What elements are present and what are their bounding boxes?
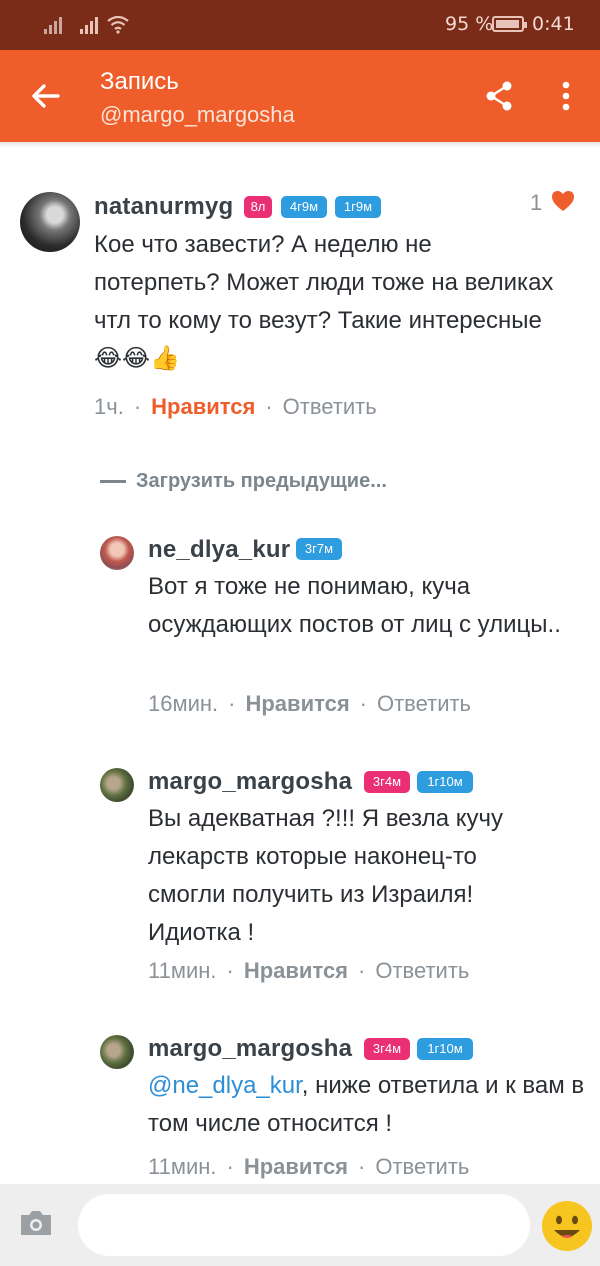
membership-badge: 1г10м bbox=[417, 1038, 473, 1060]
signal-strength-icon bbox=[80, 14, 98, 34]
dash-icon bbox=[100, 480, 126, 484]
separator-dot: · bbox=[133, 394, 142, 419]
comment-input[interactable] bbox=[78, 1194, 530, 1256]
toolbar-shadow bbox=[0, 142, 600, 148]
membership-badge: 1г10м bbox=[417, 771, 473, 793]
membership-badge: 4г9м bbox=[281, 196, 327, 218]
wifi-icon bbox=[107, 15, 129, 34]
comment-meta: 16мин. · Нравится · Ответить bbox=[148, 691, 471, 717]
reply-button[interactable]: Ответить bbox=[375, 958, 469, 983]
comment-text: @ne_dlya_kur, ниже ответила и к вам в то… bbox=[148, 1067, 588, 1143]
app-toolbar: Запись @margo_margosha bbox=[0, 50, 600, 142]
avatar[interactable] bbox=[100, 768, 134, 802]
comment-username[interactable]: ne_dlya_kur bbox=[148, 536, 290, 564]
comment-time: 11мин. bbox=[148, 1154, 217, 1179]
separator-dot: · bbox=[359, 691, 367, 716]
status-bar: 95 % 0:41 bbox=[0, 0, 600, 50]
smiley-icon[interactable] bbox=[541, 1200, 593, 1252]
separator-dot: · bbox=[226, 958, 234, 983]
age-badge: 3г4м bbox=[364, 1038, 410, 1060]
page-title: Запись bbox=[100, 68, 179, 95]
comment-time: 16мин. bbox=[148, 691, 219, 716]
avatar[interactable] bbox=[100, 1035, 134, 1069]
comment-username[interactable]: margo_margosha bbox=[148, 1035, 352, 1063]
load-previous-button[interactable]: Загрузить предыдущие... bbox=[100, 470, 387, 493]
membership-badge: 3г7м bbox=[296, 538, 342, 560]
like-button[interactable]: Нравится bbox=[244, 1154, 348, 1179]
comment-meta: 1ч. · Нравится · Ответить bbox=[94, 394, 377, 420]
age-badge: 3г4м bbox=[364, 771, 410, 793]
battery-icon bbox=[492, 16, 527, 32]
avatar[interactable] bbox=[20, 192, 80, 252]
avatar[interactable] bbox=[100, 536, 134, 570]
comment-username[interactable]: margo_margosha bbox=[148, 768, 352, 796]
reply-button[interactable]: Ответить bbox=[377, 691, 471, 716]
comment-time: 1ч. bbox=[94, 394, 124, 419]
load-previous-label: Загрузить предыдущие... bbox=[136, 470, 387, 492]
like-button[interactable]: Нравится bbox=[151, 394, 255, 419]
user-mention-link[interactable]: @ne_dlya_kur bbox=[148, 1072, 302, 1099]
heart-icon[interactable] bbox=[551, 190, 575, 212]
back-arrow-icon[interactable] bbox=[28, 78, 64, 114]
comment-composer bbox=[0, 1184, 600, 1266]
age-badge: 8л bbox=[244, 196, 272, 218]
separator-dot: · bbox=[265, 394, 273, 419]
comment-text: Вот я тоже не понимаю, куча осуждающих п… bbox=[148, 573, 561, 638]
comment-meta: 11мин. · Нравится · Ответить bbox=[148, 1154, 469, 1180]
separator-dot: · bbox=[228, 691, 236, 716]
page-subtitle[interactable]: @margo_margosha bbox=[100, 102, 295, 128]
separator-dot: · bbox=[226, 1154, 234, 1179]
comment-meta: 11мин. · Нравится · Ответить bbox=[148, 958, 469, 984]
like-button[interactable]: Нравится bbox=[245, 691, 349, 716]
reply-button[interactable]: Ответить bbox=[283, 394, 377, 419]
separator-dot: · bbox=[358, 1154, 366, 1179]
separator-dot: · bbox=[358, 958, 366, 983]
camera-icon[interactable] bbox=[18, 1208, 54, 1238]
more-vert-icon[interactable] bbox=[554, 80, 578, 112]
comment-time: 11мин. bbox=[148, 958, 217, 983]
clock: 0:41 bbox=[532, 13, 575, 35]
membership-badge: 1г9м bbox=[335, 196, 381, 218]
comment-text: Вы адекватная ?!!! Я везла кучу лекарств… bbox=[148, 805, 504, 946]
likes-count: 1 bbox=[530, 190, 543, 215]
reply-button[interactable]: Ответить bbox=[375, 1154, 469, 1179]
comment-username[interactable]: natanurmyg bbox=[94, 193, 233, 221]
share-icon[interactable] bbox=[484, 80, 514, 112]
signal-strength-icon bbox=[44, 14, 62, 34]
comment-text: Кое что завести? А неделю не потерпеть? … bbox=[94, 231, 554, 372]
battery-percent: 95 % bbox=[445, 13, 494, 35]
like-button[interactable]: Нравится bbox=[244, 958, 348, 983]
